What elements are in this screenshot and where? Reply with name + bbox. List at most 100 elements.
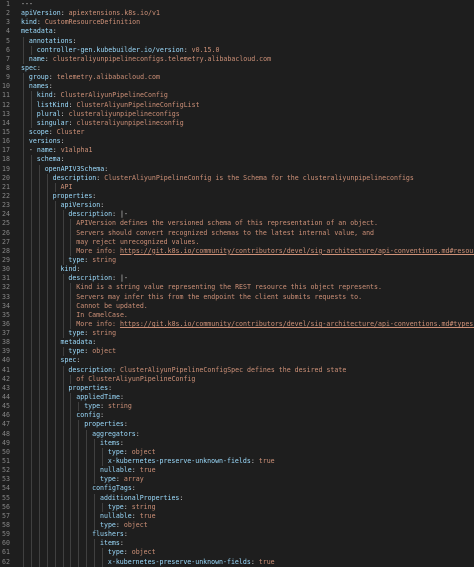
- code-line[interactable]: 15 scope: Cluster: [0, 127, 474, 138]
- indent-guide: [23, 146, 24, 156]
- code-line[interactable]: 34 Cannot be updated.: [0, 301, 474, 311]
- code-line[interactable]: 8 spec:: [0, 64, 474, 73]
- indent-guide: [54, 338, 56, 348]
- code-line[interactable]: 59 flushers:: [0, 530, 474, 540]
- code-line[interactable]: 36 More info: https://git.k8s.io/communit…: [0, 319, 474, 330]
- code-line[interactable]: 40 spec:: [0, 356, 474, 366]
- code-line[interactable]: 33 Servers may infer this from the endpoi…: [0, 292, 474, 302]
- code-line[interactable]: 23 apiVersion:: [0, 201, 474, 211]
- code-line[interactable]: 17 - name: v1alpha1: [0, 146, 474, 156]
- yaml-key: plural: [36, 109, 61, 118]
- url-link[interactable]: https://git.k8s.io/community/contributor…: [120, 320, 474, 328]
- code-line[interactable]: 2 apiVersion: apiextensions.k8s.io/v1: [0, 9, 474, 18]
- indent-guide: [23, 82, 24, 92]
- indent-guide: [78, 438, 80, 448]
- code-line[interactable]: 21 API: [0, 182, 474, 192]
- code-line[interactable]: 48 aggregators:: [0, 429, 474, 439]
- code-line[interactable]: 13 plural: clusteraliyunpipelineconfigs: [0, 109, 474, 119]
- code-line[interactable]: 18 schema:: [0, 155, 474, 165]
- code-line[interactable]: 35 In CamelCase.: [0, 310, 474, 320]
- code-line[interactable]: 42 of ClusterAliyunPipelineConfig: [0, 374, 474, 384]
- indent-guide: [86, 557, 88, 567]
- code-line[interactable]: 20 description: ClusterAliyunPipelineConf…: [0, 173, 474, 183]
- yaml-punctuation: :: [115, 475, 124, 484]
- indent-guide: [94, 502, 96, 512]
- code-line[interactable]: 50 type: object: [0, 447, 474, 458]
- code-line[interactable]: 51 x-kubernetes-preserve-unknown-fields: …: [0, 457, 474, 467]
- indent-guide: [38, 246, 40, 256]
- code-line[interactable]: 4 metadata:: [0, 27, 474, 36]
- code-text: nullable: true: [100, 466, 156, 475]
- code-line[interactable]: 55 additionalProperties:: [0, 493, 474, 503]
- indent-guide: [30, 447, 32, 458]
- indent-guide: [38, 365, 40, 375]
- yaml-key: items: [100, 438, 120, 447]
- code-line[interactable]: 47 properties:: [0, 420, 474, 430]
- indent-guide: [38, 219, 40, 229]
- code-line[interactable]: 25 APIVersion defines the versioned schem…: [0, 219, 474, 229]
- yaml-key: singular: [36, 118, 69, 127]
- code-text: metadata:: [21, 27, 57, 36]
- line-number: 34: [2, 301, 10, 310]
- code-line[interactable]: 10 names:: [0, 82, 474, 92]
- code-line[interactable]: 7 name: clusteraliyunpipelineconfigs.tele…: [0, 54, 474, 64]
- url-link[interactable]: https://git.k8s.io/community/contributor…: [120, 247, 474, 255]
- code-line[interactable]: 5 annotations:: [0, 36, 474, 46]
- code-line[interactable]: 12 listKind: ClusterAliyunPipelineConfigL…: [0, 100, 474, 110]
- indent-guide: [86, 475, 88, 485]
- code-line[interactable]: 46 config:: [0, 411, 474, 421]
- code-line[interactable]: 29 type: string: [0, 255, 474, 266]
- code-line[interactable]: 38 metadata:: [0, 338, 474, 348]
- indent-guide: [62, 228, 64, 238]
- code-line[interactable]: 31 description: |-: [0, 274, 474, 284]
- code-line[interactable]: 14 singular: clusteraliyunpipelineconfig: [0, 118, 474, 128]
- yaml-punctuation: :: [131, 484, 136, 493]
- code-line[interactable]: 57 nullable: true: [0, 511, 474, 522]
- code-line[interactable]: 44 appliedTime:: [0, 393, 474, 403]
- code-line[interactable]: 9 group: telemetry.alibabacloud.com: [0, 73, 474, 83]
- code-line[interactable]: 30 kind:: [0, 265, 474, 275]
- code-line[interactable]: 58 type: object: [0, 521, 474, 531]
- code-line[interactable]: 52 nullable: true: [0, 466, 474, 476]
- code-text: nullable: true: [100, 512, 156, 521]
- code-line[interactable]: 60 items:: [0, 539, 474, 549]
- code-line[interactable]: 28 More info: https://git.k8s.io/communit…: [0, 246, 474, 256]
- code-line[interactable]: 22 properties:: [0, 191, 474, 202]
- indent-guide: [46, 493, 48, 503]
- indent-guide: [54, 210, 56, 220]
- code-line[interactable]: 62 x-kubernetes-preserve-unknown-fields: …: [0, 557, 474, 567]
- code-line[interactable]: 45 type: string: [0, 402, 474, 412]
- code-line[interactable]: 1 ---: [0, 0, 474, 9]
- indent-guide: [30, 237, 32, 247]
- code-text: Servers may infer this from the endpoint…: [76, 293, 362, 302]
- code-text: flushers:: [92, 530, 128, 539]
- yaml-key: spec: [60, 356, 77, 365]
- code-line[interactable]: 41 description: ClusterAliyunPipelineConf…: [0, 365, 474, 375]
- code-line[interactable]: 54 configTags:: [0, 484, 474, 494]
- code-line[interactable]: 19 openAPIV3Schema:: [0, 164, 474, 174]
- code-line[interactable]: 26 Servers should convert recognized sche…: [0, 228, 474, 238]
- code-line[interactable]: 6 controller-gen.kubebuilder.io/version: …: [0, 45, 474, 55]
- code-line[interactable]: 3 kind: CustomResourceDefinition: [0, 18, 474, 27]
- code-line[interactable]: 37 type: string: [0, 329, 474, 339]
- indent-guide: [86, 429, 88, 439]
- code-line[interactable]: 61 type: object: [0, 548, 474, 558]
- code-editor[interactable]: 1 --- 2 apiVersion: apiextensions.k8s.io/v1…: [0, 0, 474, 567]
- code-line[interactable]: 53 type: array: [0, 475, 474, 485]
- line-number: 38: [2, 338, 10, 347]
- indent-guide: [46, 429, 48, 439]
- code-line[interactable]: 24 description: |-: [0, 210, 474, 220]
- code-line[interactable]: 16 versions:: [0, 137, 474, 147]
- code-line[interactable]: 32 Kind is a string value representing th…: [0, 283, 474, 293]
- code-line[interactable]: 27 may reject unrecognized values.: [0, 237, 474, 247]
- code-line[interactable]: 39 type: object: [0, 347, 474, 357]
- yaml-punctuation: :: [108, 383, 113, 392]
- indent-guide: [30, 457, 32, 467]
- code-line[interactable]: 49 items:: [0, 438, 474, 448]
- code-line[interactable]: 11 kind: ClusterAliyunPipelineConfig: [0, 91, 474, 101]
- code-line[interactable]: 43 properties:: [0, 383, 474, 394]
- line-number: 18: [2, 155, 10, 164]
- line-number: 11: [2, 91, 10, 100]
- indent-guide: [23, 429, 24, 439]
- code-line[interactable]: 56 type: string: [0, 502, 474, 512]
